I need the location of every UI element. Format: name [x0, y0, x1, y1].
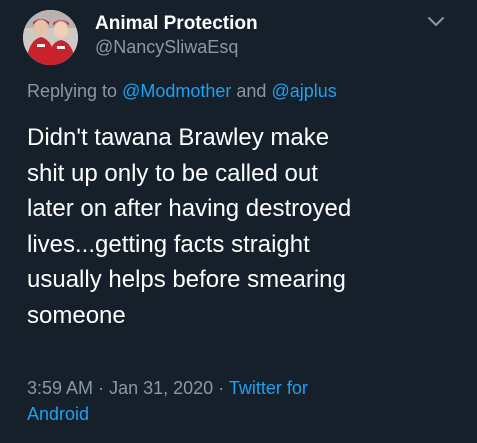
mention-link[interactable]: @Modmother — [122, 81, 231, 101]
reply-context: Replying to @Modmother and @ajplus — [27, 81, 337, 102]
mention-link[interactable]: @ajplus — [271, 81, 336, 101]
tweet-text-line: lives...getting facts straight — [27, 230, 310, 258]
tweet-text-line: shit up only to be called out — [27, 159, 318, 187]
reply-prefix: Replying to — [27, 81, 118, 101]
tweet-date[interactable]: Jan 31, 2020 — [109, 378, 213, 398]
user-handle[interactable]: @NancySliwaEsq — [95, 37, 238, 58]
avatar-image — [23, 10, 78, 65]
tweet-text: Didn't tawana Brawley make shit up only … — [27, 120, 467, 333]
display-name[interactable]: Animal Protection — [95, 13, 258, 35]
tweet-time[interactable]: 3:59 AM — [27, 378, 93, 398]
reply-conjunction: and — [236, 81, 267, 101]
avatar[interactable] — [23, 10, 78, 65]
tweet-metadata: 3:59 AM · Jan 31, 2020 · Twitter for And… — [27, 375, 467, 427]
chevron-down-icon[interactable] — [426, 15, 446, 29]
tweet-source-link-continued[interactable]: Android — [27, 401, 467, 427]
meta-separator: · — [98, 378, 105, 398]
tweet-source-link[interactable]: Twitter for — [229, 378, 308, 398]
tweet-text-line: later on after having destroyed — [27, 195, 352, 222]
meta-separator: · — [218, 378, 225, 398]
tweet-text-line: Didn't tawana Brawley make — [27, 124, 330, 151]
tweet-card[interactable]: Animal Protection @NancySliwaEsq Replyin… — [0, 0, 477, 443]
tweet-text-line: someone — [27, 301, 126, 329]
tweet-text-line: usually helps before smearing — [27, 266, 346, 293]
